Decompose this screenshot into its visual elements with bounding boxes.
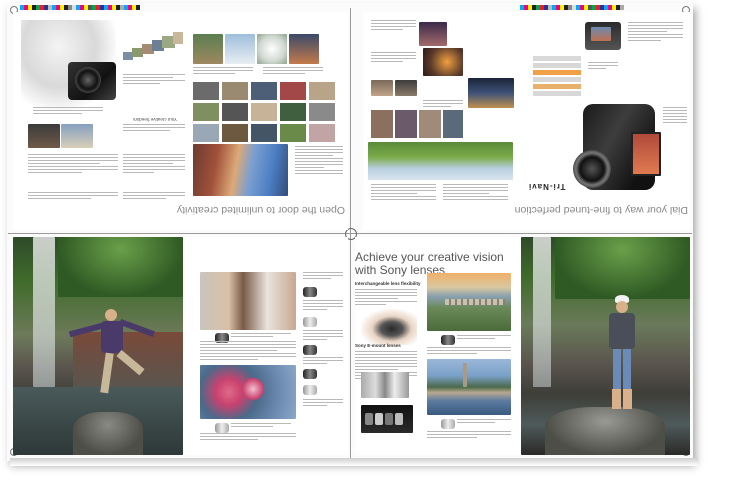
lens-inline-2	[215, 423, 229, 433]
waterfall-stream-2	[533, 237, 551, 387]
tri-navi-logo: Tri-Navi	[528, 182, 566, 191]
photo-town	[193, 34, 223, 64]
photo-orange-light	[423, 48, 463, 76]
lens-right-2	[441, 419, 455, 429]
photo-couple	[200, 272, 296, 330]
color-bar-right	[520, 5, 624, 10]
page-heading: Open the door to unlimited creativity	[176, 204, 345, 216]
camera-big-lens	[573, 150, 611, 188]
lens-col-2	[303, 317, 317, 327]
sheet-shadow	[10, 458, 698, 466]
bridge	[445, 299, 505, 305]
lens-row	[365, 413, 409, 427]
page-top-right: Tri-Navi Dial your way to fine-tuned per…	[363, 12, 690, 230]
page-bottom-right: Achieve your creative vision with Sony le…	[355, 237, 690, 455]
photo-street	[193, 144, 288, 196]
lens-right-1	[441, 335, 455, 345]
lens-col-4	[303, 369, 317, 379]
church-tower	[463, 363, 467, 387]
foliage-top-2	[555, 237, 690, 299]
photo-white-flowers	[257, 34, 287, 64]
thumbnail-strip	[123, 30, 183, 70]
menu-list	[533, 56, 581, 98]
page-top-left: Your creative freedom Open the door to u…	[13, 12, 348, 230]
woman-figure	[603, 295, 643, 415]
section-label: Your creative freedom	[133, 117, 177, 122]
small-photo-a	[28, 124, 60, 148]
photo-cameras-group	[361, 372, 409, 398]
photo-girl-night	[419, 22, 447, 46]
flower-petal	[241, 377, 265, 401]
camera-screen	[631, 132, 661, 176]
hiker-figure	[68, 309, 163, 419]
lens-col-5	[303, 385, 317, 395]
photo-lake-town	[427, 359, 511, 415]
page-heading-right: Dial your way to fine-tuned perfection	[514, 204, 688, 216]
waterfall-stream	[33, 237, 55, 387]
photo-sunset	[289, 34, 319, 64]
photo-hand-lens	[361, 309, 417, 345]
photo-vineyard	[368, 142, 513, 180]
photo-grid	[193, 82, 343, 142]
page-bottom-left	[13, 237, 348, 455]
camera-lens-icon	[75, 67, 101, 93]
photo-portrait-row	[371, 110, 463, 138]
subhead-2: Sony E-mount lenses	[355, 343, 401, 348]
subhead-1: Interchangeable lens flexibility	[355, 281, 421, 286]
photo-dog	[395, 80, 417, 96]
foliage-top	[58, 237, 183, 297]
lcd-screen	[591, 27, 611, 41]
photo-sky	[225, 34, 255, 64]
lens-col-3	[303, 345, 317, 355]
small-photo-b	[61, 124, 93, 148]
photo-night-building	[468, 78, 514, 108]
lens-col-1	[303, 287, 317, 297]
photo-people	[371, 80, 393, 96]
color-bar-left	[20, 5, 140, 10]
